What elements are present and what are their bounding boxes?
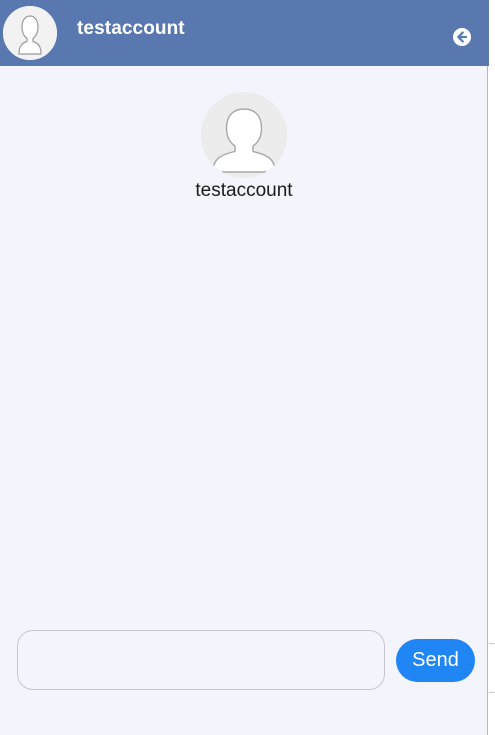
profile-section: testaccount	[0, 92, 488, 202]
chat-header: testaccount	[0, 0, 489, 66]
user-avatar-icon	[3, 6, 57, 60]
header-title: testaccount	[77, 18, 185, 39]
arrow-left-circle-icon	[453, 28, 471, 46]
back-button[interactable]	[452, 27, 472, 47]
chat-window: testaccount testaccount Send	[0, 0, 489, 735]
message-input[interactable]	[17, 630, 385, 690]
profile-name: testaccount	[195, 180, 293, 201]
user-avatar-icon	[201, 92, 287, 178]
background-panel-edge	[489, 643, 495, 693]
send-button[interactable]: Send	[396, 639, 475, 682]
